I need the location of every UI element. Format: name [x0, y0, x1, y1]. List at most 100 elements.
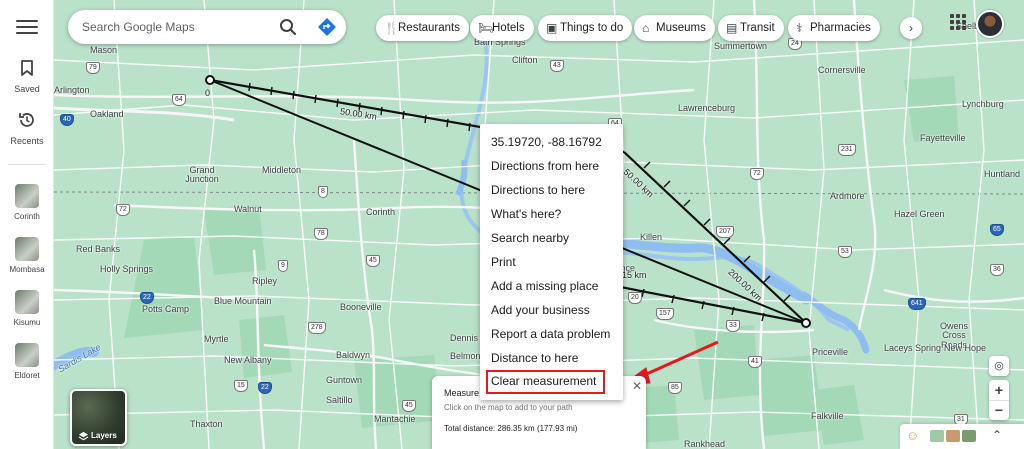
- recents-label: Recents: [10, 136, 44, 146]
- chip-restaurants[interactable]: 🍴 Restaurants: [376, 15, 470, 41]
- highway-shield: 207: [716, 226, 734, 238]
- highway-shield: 36: [990, 264, 1004, 276]
- town-label: Summertown: [714, 41, 768, 51]
- chip-things-to-do[interactable]: ▣ Things to do: [538, 15, 633, 41]
- town-label: Red Banks: [76, 244, 121, 254]
- town-label: Dennis: [450, 333, 479, 343]
- transit-icon: ▤: [726, 21, 738, 35]
- town-label: Guntown: [326, 375, 363, 385]
- town-label: Laceys Spring: [884, 343, 942, 353]
- coords-item[interactable]: 35.19720, -88.16792: [480, 130, 623, 154]
- place-thumbnail: [15, 237, 39, 261]
- highway-shield: 43: [550, 60, 564, 72]
- layers-label: Layers: [91, 431, 117, 440]
- left-rail: Saved Recents Corinth Mombasa Kisumu Eld…: [0, 0, 54, 449]
- town-label: Walnut: [234, 204, 262, 214]
- rail-divider: [8, 164, 46, 165]
- chip-transit[interactable]: ▤ Transit: [718, 15, 784, 41]
- map-footer-bar: ☺ ⌃: [900, 424, 1024, 449]
- highway-shield: 278: [308, 322, 326, 334]
- zoom-in-button[interactable]: +: [989, 380, 1009, 400]
- close-icon[interactable]: ✕: [632, 379, 642, 393]
- town-label: Belmont: [450, 351, 484, 361]
- town-label: Myrtle: [204, 334, 229, 344]
- town-label: Grand Junction: [185, 165, 219, 185]
- chevron-up-icon[interactable]: ⌃: [992, 428, 1002, 442]
- directions-to-here[interactable]: Directions to here: [480, 178, 623, 202]
- highway-shield: 41: [748, 356, 762, 368]
- layers-button[interactable]: Layers: [70, 389, 127, 446]
- town-label: New Hope: [944, 343, 987, 353]
- recent-place-kisumu[interactable]: Kisumu: [0, 290, 54, 327]
- chip-label: Hotels: [492, 22, 525, 34]
- chip-pharmacies[interactable]: ⚕ Pharmacies: [788, 15, 880, 41]
- search-nearby[interactable]: Search nearby: [480, 226, 623, 250]
- recents-button[interactable]: Recents: [0, 110, 54, 146]
- report-data-problem[interactable]: Report a data problem: [480, 322, 623, 346]
- whats-here[interactable]: What's here?: [480, 202, 623, 226]
- clear-measurement[interactable]: Clear measurement: [486, 370, 605, 394]
- chip-museums[interactable]: ⌂ Museums: [634, 15, 715, 41]
- highway-shield: 85: [668, 382, 682, 394]
- satellite-thumbnail[interactable]: [962, 430, 976, 442]
- search-input[interactable]: [82, 17, 272, 37]
- search-box: [68, 10, 346, 44]
- recent-place-corinth[interactable]: Corinth: [0, 184, 54, 221]
- history-icon: [19, 113, 34, 127]
- town-label: Rankhead: [684, 439, 726, 449]
- hotel-icon: 🛏: [478, 21, 494, 35]
- apps-grid-icon[interactable]: [950, 14, 966, 30]
- town-label: Hazel Green: [894, 209, 945, 219]
- town-label: Corinth: [366, 207, 396, 217]
- town-label: Mason: [90, 45, 118, 55]
- place-thumbnail: [15, 290, 39, 314]
- directions-icon[interactable]: [317, 17, 337, 37]
- recent-place-mombasa[interactable]: Mombasa: [0, 237, 54, 274]
- town-label: Thaxton: [190, 419, 223, 429]
- chip-hotels[interactable]: 🛏 Hotels: [470, 15, 534, 41]
- my-location-button[interactable]: ◎: [989, 356, 1009, 376]
- highway-shield: 72: [116, 204, 130, 216]
- recent-place-eldoret[interactable]: Eldoret: [0, 343, 54, 380]
- town-label: Lawrenceburg: [678, 103, 736, 113]
- highway-shield: 157: [656, 308, 674, 320]
- highway-shield: 231: [838, 144, 856, 156]
- highway-shield: 8: [318, 186, 328, 198]
- print-item[interactable]: Print: [480, 250, 623, 274]
- highway-shield: 9: [278, 260, 288, 272]
- highway-shield: 79: [86, 62, 100, 74]
- search-icon[interactable]: [278, 17, 298, 37]
- saved-label: Saved: [14, 84, 40, 94]
- saved-button[interactable]: Saved: [0, 58, 54, 94]
- town-label: Cornersville: [818, 65, 866, 75]
- layers-icon: [78, 431, 89, 441]
- measure-label: 0: [205, 88, 211, 98]
- town-label: Oakland: [90, 109, 124, 119]
- town-label: Ripley: [252, 276, 278, 286]
- pharmacy-icon: ⚕: [796, 21, 803, 35]
- zoom-control: + −: [989, 380, 1009, 420]
- town-label: Killen: [640, 232, 663, 242]
- map-thumbnail[interactable]: [930, 430, 944, 442]
- zoom-out-button[interactable]: −: [989, 400, 1009, 420]
- place-label: Mombasa: [9, 265, 45, 274]
- total-distance: Total distance: 286.35 km (177.93 mi): [444, 424, 578, 433]
- town-label: Falkville: [811, 411, 844, 421]
- chip-label: Transit: [740, 22, 775, 34]
- add-missing-place[interactable]: Add a missing place: [480, 274, 623, 298]
- terrain-thumbnail[interactable]: [946, 430, 960, 442]
- menu-icon[interactable]: [16, 16, 38, 38]
- pegman-icon[interactable]: ☺: [906, 428, 919, 443]
- directions-from-here[interactable]: Directions from here: [480, 154, 623, 178]
- add-your-business[interactable]: Add your business: [480, 298, 623, 322]
- town-label: Blue Mountain: [214, 296, 272, 306]
- highway-shield: 45: [366, 255, 380, 267]
- chevron-right-icon[interactable]: ›: [900, 17, 922, 39]
- distance-to-here[interactable]: Distance to here: [480, 346, 623, 370]
- town-label: Fayetteville: [920, 133, 966, 143]
- avatar[interactable]: [976, 10, 1004, 38]
- town-label: Clifton: [512, 55, 538, 65]
- context-menu: 35.19720, -88.16792 Directions from here…: [480, 124, 623, 400]
- town-label: Saltillo: [326, 395, 353, 405]
- highway-shield: 53: [838, 246, 852, 258]
